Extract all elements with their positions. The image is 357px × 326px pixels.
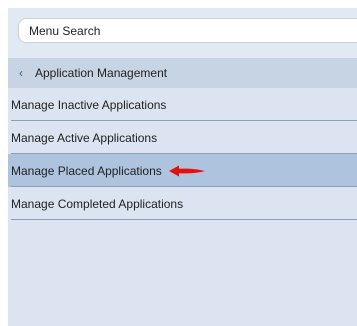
menu-item-manage-inactive-applications[interactable]: Manage Inactive Applications <box>8 88 357 121</box>
menu-item-manage-active-applications[interactable]: Manage Active Applications <box>8 121 357 154</box>
menu-item-label: Manage Active Applications <box>11 130 158 145</box>
menu-item-manage-completed-applications[interactable]: Manage Completed Applications <box>8 187 357 220</box>
menu-search-area <box>8 8 357 58</box>
menu-back-header[interactable]: ‹ Application Management <box>8 58 357 88</box>
chevron-left-icon: ‹ <box>19 66 23 80</box>
menu-item-label: Manage Placed Applications <box>11 163 162 178</box>
menu-item-divider <box>11 219 357 220</box>
menu-item-label: Manage Completed Applications <box>11 196 184 211</box>
menu-header-label: Application Management <box>35 66 168 80</box>
red-arrow-icon <box>168 165 205 176</box>
navigation-menu-panel: ‹ Application Management Manage Inactive… <box>8 8 357 326</box>
menu-item-label: Manage Inactive Applications <box>11 97 167 112</box>
menu-item-manage-placed-applications[interactable]: Manage Placed Applications <box>8 154 357 187</box>
menu-search-input[interactable] <box>18 18 357 43</box>
